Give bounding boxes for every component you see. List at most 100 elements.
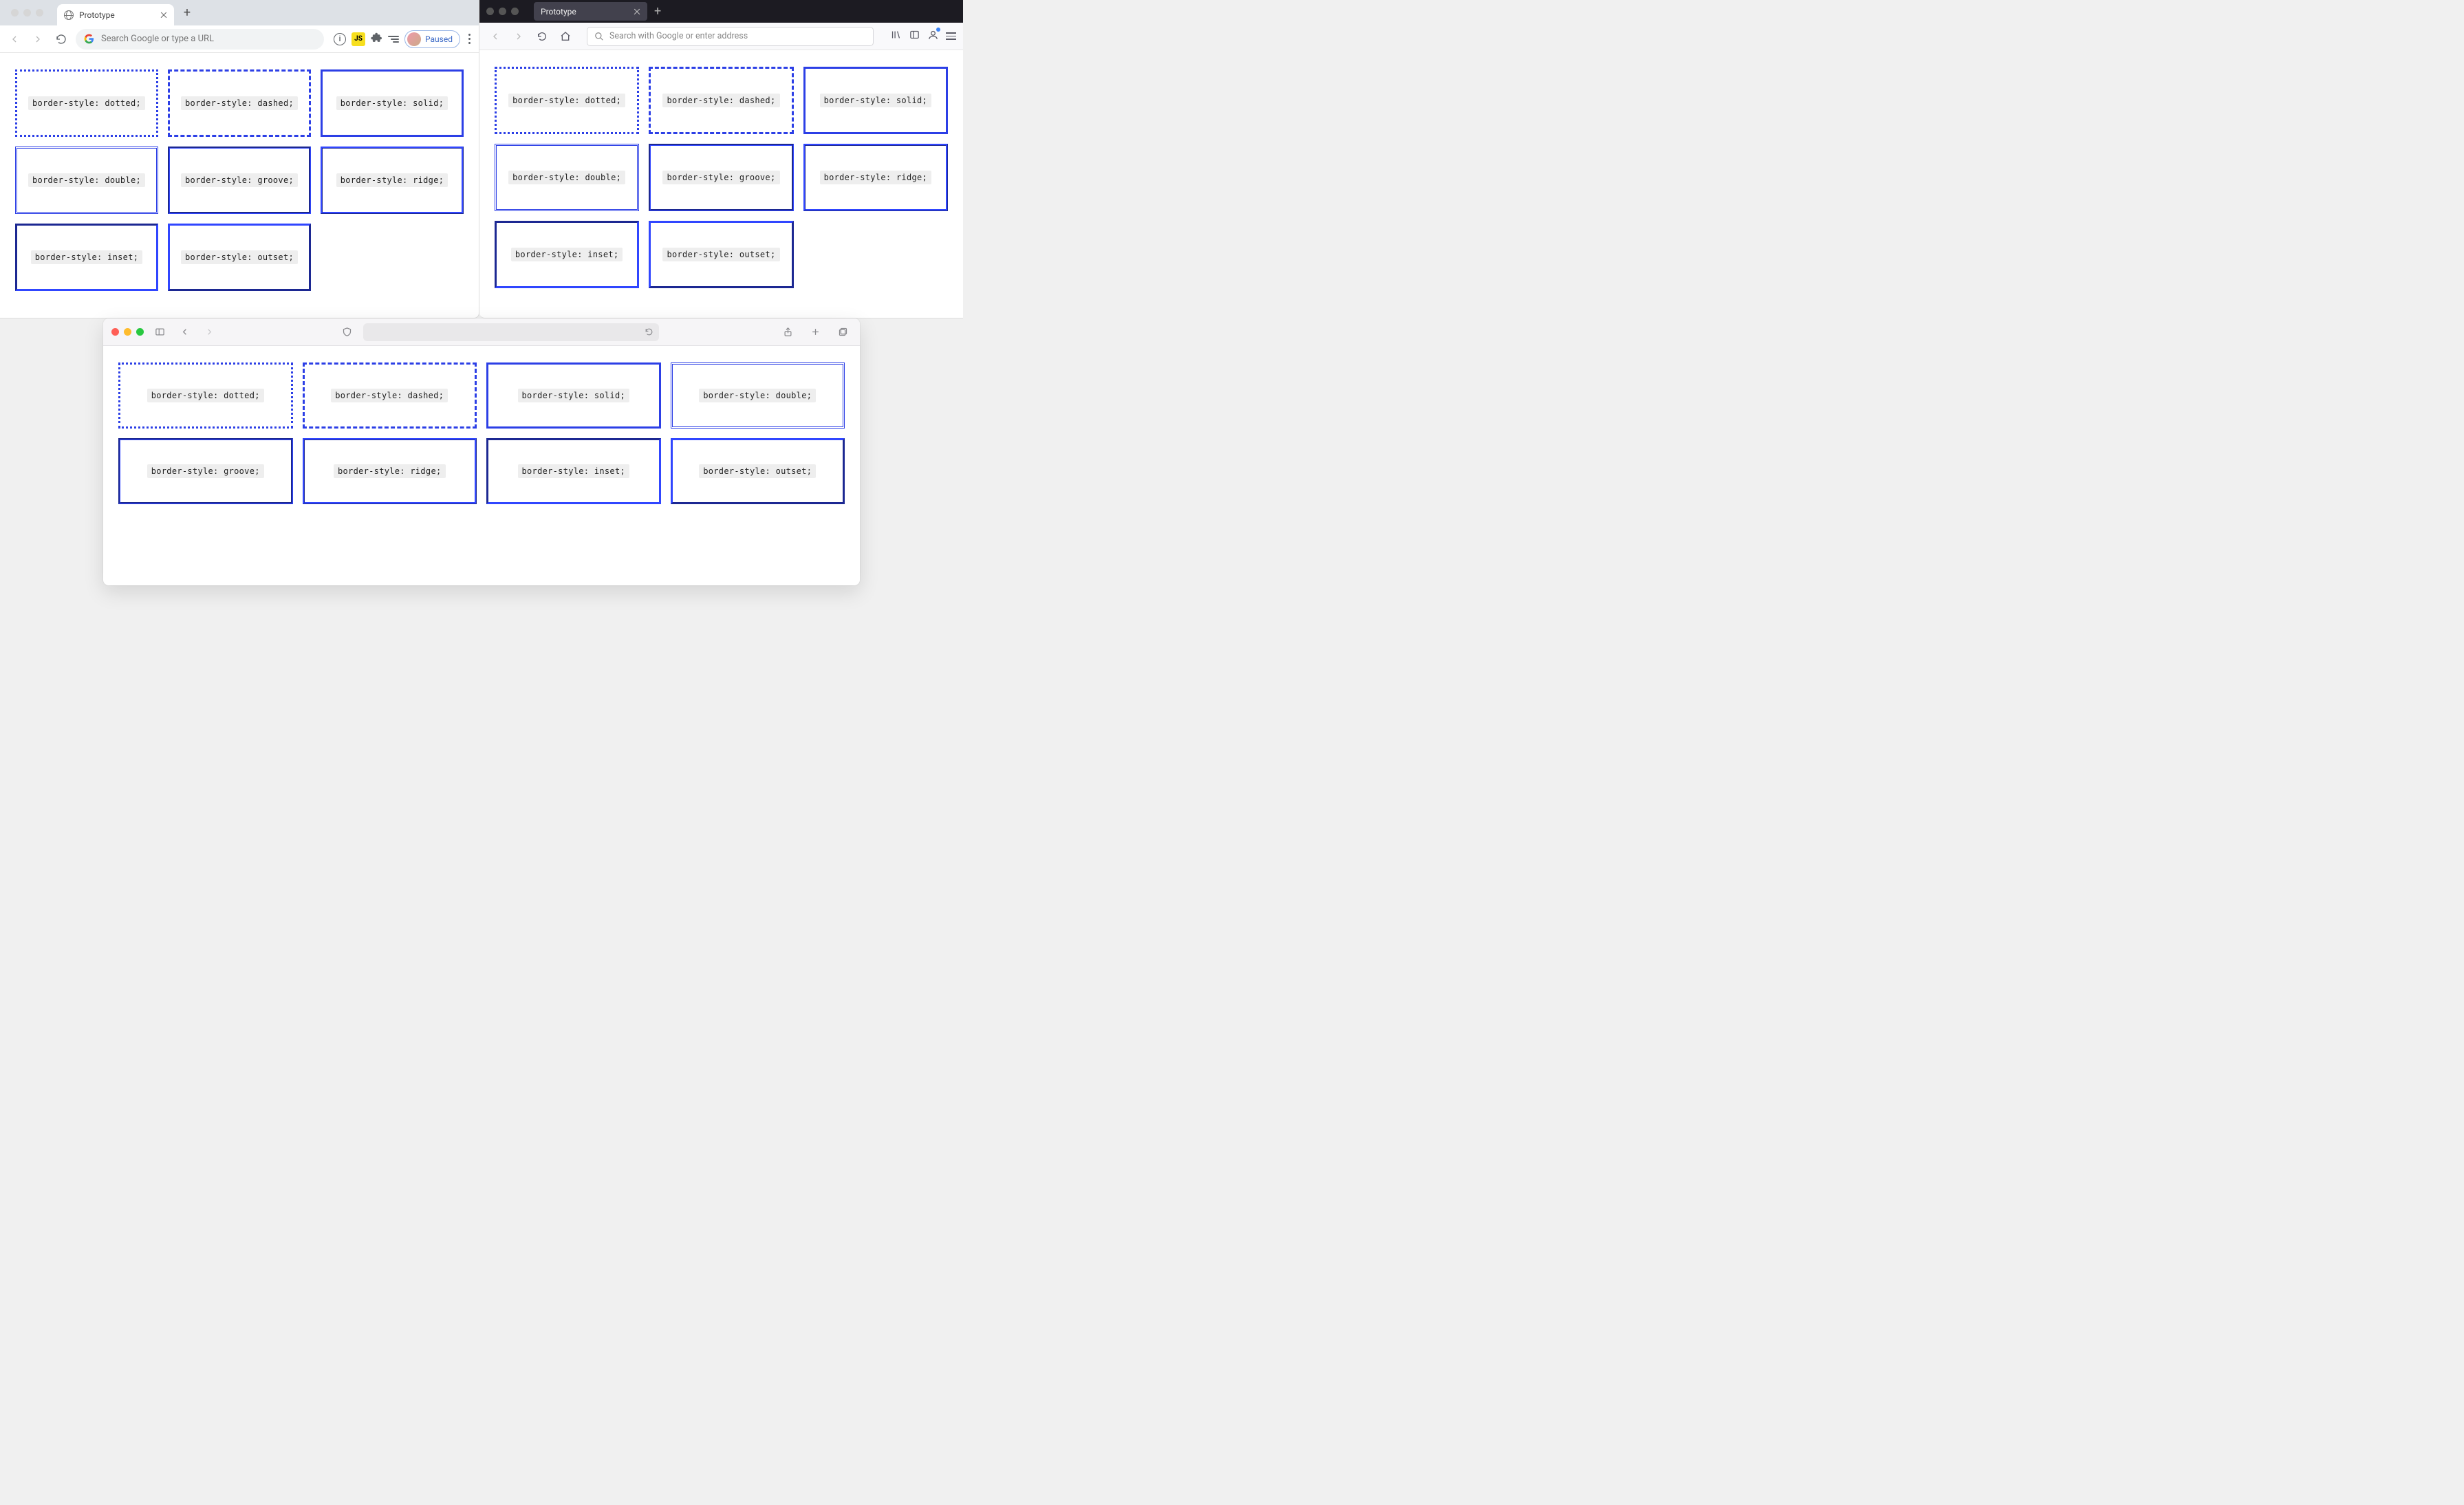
code-label: border-style: dashed; xyxy=(181,96,298,110)
forward-button[interactable] xyxy=(29,30,47,48)
reload-button[interactable] xyxy=(533,28,551,45)
code-label: border-style: outset; xyxy=(699,464,816,478)
code-label: border-style: inset; xyxy=(31,250,143,264)
urlbar-placeholder: Search with Google or enter address xyxy=(609,31,748,41)
chrome-menu-button[interactable] xyxy=(466,34,473,44)
code-label: border-style: ridge; xyxy=(336,173,449,187)
border-demo-inset: border-style: inset; xyxy=(486,438,661,504)
firefox-menu-button[interactable] xyxy=(946,32,956,40)
js-extension-icon[interactable]: JS xyxy=(352,32,365,46)
border-demo-double: border-style: double; xyxy=(15,147,158,214)
firefox-tabstrip: Prototype + xyxy=(479,0,963,23)
border-demo-dashed: border-style: dashed; xyxy=(649,67,793,134)
extensions-icon[interactable] xyxy=(371,32,382,46)
chrome-tabstrip: Prototype + xyxy=(0,0,479,25)
code-label: border-style: groove; xyxy=(662,171,779,184)
back-button[interactable] xyxy=(486,28,504,45)
firefox-toolbar: Search with Google or enter address xyxy=(479,23,963,50)
safari-toolbar-right xyxy=(779,323,852,341)
border-demo-double: border-style: double; xyxy=(495,144,639,211)
share-icon[interactable] xyxy=(779,323,797,341)
border-demo-outset: border-style: outset; xyxy=(649,221,793,288)
back-button[interactable] xyxy=(6,30,23,48)
code-label: border-style: outset; xyxy=(662,248,779,261)
back-button[interactable] xyxy=(175,323,193,341)
new-tab-button[interactable]: + xyxy=(647,4,668,19)
border-demo-ridge: border-style: ridge; xyxy=(803,144,948,211)
page-content: border-style: dotted; border-style: dash… xyxy=(103,346,860,521)
paused-label: Paused xyxy=(425,34,453,44)
tabs-icon[interactable] xyxy=(834,323,852,341)
browser-tab[interactable]: Prototype xyxy=(57,4,174,25)
forward-button[interactable] xyxy=(200,323,218,341)
code-label: border-style: solid; xyxy=(336,96,449,110)
code-label: border-style: solid; xyxy=(820,94,932,107)
reading-list-icon[interactable] xyxy=(388,36,399,43)
firefox-window: Prototype + Search with Google or enter … xyxy=(479,0,963,318)
chrome-window: Prototype + Search Google or type a URL … xyxy=(0,0,479,318)
library-icon[interactable] xyxy=(890,29,902,43)
chrome-toolbar-right: i JS Paused xyxy=(329,30,473,48)
border-demo-inset: border-style: inset; xyxy=(15,224,158,291)
code-label: border-style: dotted; xyxy=(147,389,264,402)
window-controls[interactable] xyxy=(111,328,144,336)
address-bar[interactable] xyxy=(363,323,659,341)
search-icon xyxy=(594,32,604,41)
safari-toolbar xyxy=(103,318,860,346)
code-label: border-style: inset; xyxy=(518,464,630,478)
code-label: border-style: double; xyxy=(699,389,816,402)
reload-icon[interactable] xyxy=(645,327,653,336)
privacy-shield-icon[interactable] xyxy=(338,323,356,341)
code-label: border-style: dotted; xyxy=(28,96,145,110)
border-demo-ridge: border-style: ridge; xyxy=(303,438,477,504)
border-demo-solid: border-style: solid; xyxy=(486,362,661,429)
new-tab-icon[interactable] xyxy=(806,323,824,341)
border-demo-ridge: border-style: ridge; xyxy=(321,147,464,214)
code-label: border-style: dotted; xyxy=(508,94,625,107)
border-demo-dashed: border-style: dashed; xyxy=(168,69,311,137)
sidebar-icon[interactable] xyxy=(151,323,169,341)
border-demo-groove: border-style: groove; xyxy=(649,144,793,211)
window-controls[interactable] xyxy=(486,8,534,15)
border-demo-dotted: border-style: dotted; xyxy=(495,67,639,134)
border-demo-inset: border-style: inset; xyxy=(495,221,639,288)
close-tab-icon[interactable] xyxy=(634,8,640,15)
code-label: border-style: solid; xyxy=(518,389,630,402)
browser-tab[interactable]: Prototype xyxy=(534,2,647,21)
code-label: border-style: outset; xyxy=(181,250,298,264)
code-label: border-style: inset; xyxy=(511,248,623,261)
safari-window: border-style: dotted; border-style: dash… xyxy=(103,318,860,585)
urlbar[interactable]: Search with Google or enter address xyxy=(587,27,874,46)
omnibox-placeholder: Search Google or type a URL xyxy=(101,34,214,44)
code-label: border-style: double; xyxy=(28,173,145,187)
border-demo-solid: border-style: solid; xyxy=(321,69,464,137)
tab-title: Prototype xyxy=(541,7,576,17)
code-label: border-style: dashed; xyxy=(331,389,448,402)
avatar-icon xyxy=(407,32,421,46)
code-label: border-style: double; xyxy=(508,171,625,184)
code-label: border-style: ridge; xyxy=(820,171,932,184)
firefox-toolbar-right xyxy=(886,29,956,43)
forward-button[interactable] xyxy=(510,28,528,45)
new-tab-button[interactable]: + xyxy=(178,4,196,22)
sidebar-icon[interactable] xyxy=(909,29,920,43)
window-controls[interactable] xyxy=(6,9,49,17)
code-label: border-style: ridge; xyxy=(334,464,446,478)
border-demo-solid: border-style: solid; xyxy=(803,67,948,134)
border-demo-outset: border-style: outset; xyxy=(671,438,845,504)
border-demo-groove: border-style: groove; xyxy=(118,438,293,504)
code-label: border-style: groove; xyxy=(147,464,264,478)
info-icon[interactable]: i xyxy=(334,33,346,45)
code-label: border-style: dashed; xyxy=(662,94,779,107)
page-content: border-style: dotted; border-style: dash… xyxy=(0,53,479,307)
reload-button[interactable] xyxy=(52,30,70,48)
border-demo-dashed: border-style: dashed; xyxy=(303,362,477,429)
account-icon[interactable] xyxy=(927,29,939,43)
home-button[interactable] xyxy=(556,28,574,45)
omnibox[interactable]: Search Google or type a URL xyxy=(76,29,324,50)
profile-paused-chip[interactable]: Paused xyxy=(404,30,460,48)
border-demo-double: border-style: double; xyxy=(671,362,845,429)
code-label: border-style: groove; xyxy=(181,173,298,187)
close-tab-icon[interactable] xyxy=(160,12,167,19)
border-demo-dotted: border-style: dotted; xyxy=(118,362,293,429)
